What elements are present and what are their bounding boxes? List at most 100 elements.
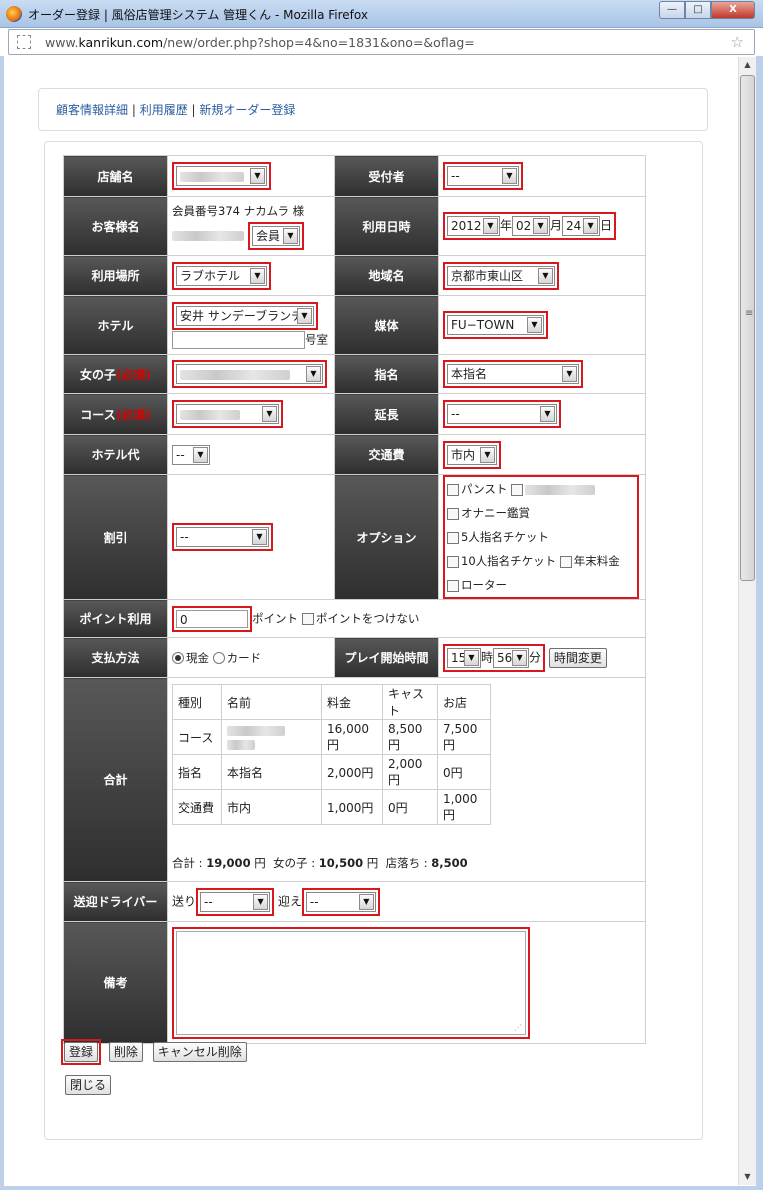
points-input[interactable]: 0 xyxy=(176,609,248,628)
usage-history-link[interactable]: 利用履歴 xyxy=(140,103,188,117)
member-select[interactable]: 会員 ▼ xyxy=(252,225,300,246)
day-select[interactable]: 24 ▼ xyxy=(562,216,601,236)
shop-select-wrap: ▼ xyxy=(172,162,271,190)
option-label: パンスト xyxy=(461,482,508,496)
required-mark: (必須) xyxy=(115,407,151,422)
course-select-wrap: ▼ xyxy=(172,400,283,428)
scroll-down-icon[interactable]: ▼ xyxy=(739,1169,756,1185)
date-select-wrap: 2012 ▼ 年 02 ▼ 月 24 ▼ 日 xyxy=(443,212,617,240)
pickup-label: 迎え xyxy=(277,894,302,908)
url-prefix: www. xyxy=(45,35,79,50)
pay-cash-radio[interactable] xyxy=(172,652,184,664)
room-number-input[interactable] xyxy=(172,330,305,349)
shop-select[interactable]: ▼ xyxy=(176,166,267,186)
summary-cell: 0円 xyxy=(382,789,438,825)
summary-cell: 本指名 xyxy=(221,754,322,790)
area-select[interactable]: 京都市東山区 ▼ xyxy=(447,265,555,286)
option-checkbox[interactable] xyxy=(511,483,524,496)
month-select[interactable]: 02 ▼ xyxy=(512,216,551,236)
chevron-down-icon: ▼ xyxy=(502,168,517,184)
nomination-select[interactable]: 本指名 ▼ xyxy=(447,364,579,384)
girl-select[interactable]: ▼ xyxy=(176,364,323,384)
notes-wrap: ⋰ xyxy=(172,926,530,1039)
scroll-thumb[interactable]: ≡ xyxy=(740,75,755,581)
delete-button[interactable]: 削除 xyxy=(108,1042,143,1062)
bookmark-star-icon[interactable]: ☆ xyxy=(731,33,744,51)
driver-label: 送迎ドライバー xyxy=(63,881,168,922)
discount-select[interactable]: -- ▼ xyxy=(176,527,269,547)
option-checkbox[interactable] xyxy=(447,483,459,496)
points-unit: ポイント xyxy=(252,611,298,625)
pay-card-radio[interactable] xyxy=(212,652,225,664)
receiver-value: -- xyxy=(451,169,460,183)
chevron-down-icon: ▼ xyxy=(540,406,555,422)
month-value: 02 xyxy=(516,219,532,233)
summary-cell: 0円 xyxy=(437,754,491,790)
scroll-up-icon[interactable]: ▲ xyxy=(739,57,756,73)
send-select-wrap: -- ▼ xyxy=(196,887,275,916)
receiver-select-wrap: -- ▼ xyxy=(443,162,523,190)
extension-select-wrap: -- ▼ xyxy=(443,400,561,428)
chevron-down-icon: ▼ xyxy=(483,218,498,234)
chevron-down-icon: ▼ xyxy=(253,893,269,910)
no-points-checkbox[interactable] xyxy=(301,612,314,625)
nomination-value: 本指名 xyxy=(451,367,488,381)
course-select[interactable]: ▼ xyxy=(176,404,279,424)
option-checkbox[interactable] xyxy=(447,531,459,544)
summary-cell: 2,000円 xyxy=(321,754,383,790)
girl-label-text: 女の子 xyxy=(80,367,117,382)
payment-label: 支払方法 xyxy=(63,637,168,678)
maximize-button[interactable]: □ xyxy=(685,1,711,19)
hour-select[interactable]: 15 ▼ xyxy=(447,647,481,668)
chevron-down-icon: ▼ xyxy=(250,267,265,284)
media-select[interactable]: FU−TOWN ▼ xyxy=(447,315,544,335)
chevron-down-icon: ▼ xyxy=(262,406,277,422)
cancel-delete-button[interactable]: キャンセル削除 xyxy=(152,1042,247,1062)
place-value: ラブホテル xyxy=(180,268,241,283)
redacted-value xyxy=(227,739,255,750)
time-change-button[interactable]: 時間変更 xyxy=(548,647,607,668)
transport-select[interactable]: 市内 ▼ xyxy=(447,444,497,465)
customer-detail-link[interactable]: 顧客情報詳細 xyxy=(56,103,128,117)
summary-header: キャスト xyxy=(382,684,438,720)
url-text[interactable]: www.kanrikun.com/new/order.php?shop=4&no… xyxy=(45,35,475,50)
shop-label: 店舗名 xyxy=(63,155,168,197)
receiver-select[interactable]: -- ▼ xyxy=(447,166,519,186)
option-label: 10人指名チケット xyxy=(461,554,557,568)
year-select[interactable]: 2012 ▼ xyxy=(447,216,500,236)
close-button[interactable]: 閉じる xyxy=(65,1075,112,1095)
minute-value: 56 xyxy=(497,650,513,665)
hotel-fee-value: -- xyxy=(176,447,185,462)
option-checkbox[interactable] xyxy=(447,507,459,520)
month-unit: 月 xyxy=(550,218,563,233)
extension-select[interactable]: -- ▼ xyxy=(447,404,557,424)
close-window-button[interactable]: X xyxy=(711,1,755,19)
option-checkbox[interactable] xyxy=(447,579,459,592)
resize-grip-icon[interactable]: ⋰ xyxy=(514,1023,522,1032)
place-select[interactable]: ラブホテル ▼ xyxy=(176,265,267,286)
receiver-label: 受付者 xyxy=(334,155,439,197)
hotel-fee-select[interactable]: -- ▼ xyxy=(172,444,210,465)
minute-select[interactable]: 56 ▼ xyxy=(493,647,530,668)
pickup-select-wrap: -- ▼ xyxy=(301,887,380,916)
option-checkbox[interactable] xyxy=(447,555,459,568)
summary-cell: 8,500円 xyxy=(382,719,438,755)
register-button[interactable]: 登録 xyxy=(64,1042,99,1062)
course-label-text: コース xyxy=(80,407,116,422)
summary-cell: 7,500円 xyxy=(437,719,491,755)
pickup-driver-select[interactable]: -- ▼ xyxy=(305,891,376,912)
shop-share-label: 店落ち : xyxy=(385,856,432,870)
summary-cell: コース xyxy=(172,719,222,755)
new-order-link[interactable]: 新規オーダー登録 xyxy=(199,103,295,117)
notes-textarea[interactable]: ⋰ xyxy=(176,930,526,1035)
vertical-scrollbar[interactable]: ▲ ≡ ▼ xyxy=(738,57,756,1185)
girl-share-label: 女の子 : xyxy=(273,856,319,870)
hotel-select[interactable]: 安井 サンデーブランチ ▼ xyxy=(176,305,314,326)
url-domain: kanrikun.com xyxy=(78,35,164,50)
page-icon xyxy=(17,35,31,49)
option-checkbox[interactable] xyxy=(559,555,572,568)
url-bar[interactable]: www.kanrikun.com/new/order.php?shop=4&no… xyxy=(8,29,755,55)
send-driver-select[interactable]: -- ▼ xyxy=(200,891,271,912)
minimize-button[interactable]: — xyxy=(659,1,685,19)
link-separator: | xyxy=(187,103,200,117)
